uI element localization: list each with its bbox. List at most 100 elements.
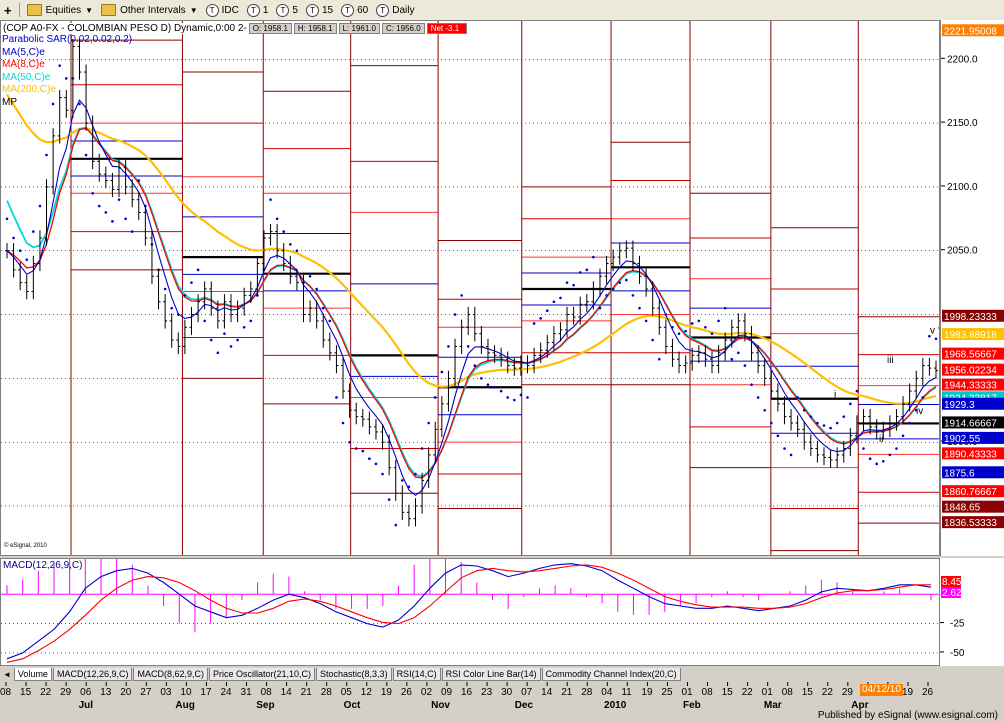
- study-tab[interactable]: MACD(8,62,9,C): [133, 667, 208, 681]
- sar-dot: [684, 329, 687, 333]
- time-tick-label: 23: [481, 687, 493, 698]
- time-tick-label: 28: [321, 687, 333, 698]
- sar-dot: [835, 421, 839, 425]
- macd-panel[interactable]: MACD(12,26,9,C): [0, 558, 940, 666]
- macd-axis[interactable]: -25 -50 8.457 2.62: [940, 558, 1004, 666]
- sar-dot: [802, 408, 806, 412]
- macd-axis-svg: -25 -50 8.4572.62: [940, 576, 967, 659]
- time-tick-label: 15: [722, 687, 734, 698]
- sar-dot: [585, 268, 589, 272]
- sar-dot: [328, 319, 332, 323]
- study-tab[interactable]: Price Oscillator(21,10,C): [209, 667, 316, 681]
- time-tick-label: 13: [100, 687, 112, 698]
- interval-60-button[interactable]: T 60: [337, 1, 372, 19]
- sar-dot: [809, 415, 813, 418]
- sar-dot: [657, 357, 661, 361]
- sar-dot: [381, 472, 384, 476]
- time-tick-label: 15: [802, 687, 814, 698]
- sar-dot: [401, 479, 404, 482]
- sar-dot: [196, 268, 200, 272]
- price-axis[interactable]: 2200.02150.02100.02050.01900.02221.95008…: [940, 20, 1004, 556]
- interval-15-button[interactable]: T 15: [302, 1, 337, 19]
- sar-dot: [453, 313, 457, 316]
- copyright-text: © eSignal, 2010: [4, 543, 47, 549]
- study-tab[interactable]: RSI Color Line Bar(14): [441, 667, 541, 681]
- interval-5-button[interactable]: T5: [272, 1, 302, 19]
- macd-axis-label: -25: [950, 619, 965, 630]
- toolbar: + Equities ▼ Other Intervals ▼ T IDC T1 T5 …: [0, 0, 1004, 21]
- legend-item: MA(200,C)e: [2, 84, 56, 95]
- wave-label: iv: [916, 406, 923, 417]
- price-marker-label: 1914.66667: [944, 418, 997, 429]
- sar-dot: [308, 274, 312, 278]
- sar-dot: [223, 332, 226, 335]
- sar-dot: [921, 396, 925, 399]
- price-marker-label: 1956.02234: [944, 366, 997, 377]
- study-tab[interactable]: RSI(14,C): [392, 667, 441, 681]
- sar-dot: [460, 294, 463, 297]
- legend-item: MP: [2, 96, 17, 108]
- sar-dot: [743, 364, 747, 367]
- sar-dot: [427, 421, 430, 425]
- sar-dot: [177, 313, 180, 316]
- time-tick-label: 24: [220, 687, 232, 698]
- study-tab[interactable]: Commodity Channel Index(20,C): [541, 667, 681, 681]
- study-tab[interactable]: Stochastic(8,3,3): [316, 667, 392, 681]
- month-label: Feb: [683, 700, 701, 710]
- price-chart-panel[interactable]: iiiiiiivv ? (COP A0-FX - COLOMBIAN PESO …: [0, 20, 940, 556]
- tab-scroll-left-icon[interactable]: ◄: [0, 670, 14, 679]
- price-marker-label: 1929.3: [944, 400, 975, 411]
- sar-dot: [117, 198, 121, 201]
- sar-dot: [704, 325, 707, 329]
- sar-dot: [335, 396, 338, 399]
- time-tick-label: 30: [501, 687, 513, 698]
- sar-dot: [862, 447, 865, 450]
- time-tick-label: 04: [601, 687, 613, 698]
- price-marker-label: 1860.76667: [944, 487, 997, 498]
- time-tick-label: 19: [381, 687, 393, 698]
- sar-dot: [183, 294, 187, 297]
- axis-tick-label: 2150.0: [947, 118, 978, 129]
- sar-dot: [130, 230, 134, 233]
- study-tab[interactable]: Volume: [13, 667, 52, 681]
- price-chart-svg[interactable]: iiiiiiivv ?: [1, 21, 940, 556]
- macd-marker-label: 8.457: [942, 577, 967, 588]
- sar-dot: [216, 351, 220, 355]
- sar-dot: [875, 462, 879, 466]
- parabolic-sar: [5, 64, 938, 527]
- sar-dot: [348, 440, 351, 444]
- time-tick-label: 26: [401, 687, 413, 698]
- time-tick-label: 22: [742, 687, 754, 698]
- sar-dot: [5, 217, 9, 221]
- equities-dropdown[interactable]: Equities ▼: [23, 1, 98, 19]
- pivot-levels: [70, 21, 939, 555]
- study-tab[interactable]: MACD(12,26,9,C): [52, 667, 133, 681]
- sar-dot: [269, 198, 272, 201]
- sar-dot: [506, 396, 510, 399]
- axis-tick-label: 2200.0: [947, 54, 978, 65]
- sar-dot: [769, 421, 773, 425]
- footer: Published by eSignal (www.esignal.com): [0, 710, 1004, 722]
- time-tick-label: 08: [0, 687, 12, 698]
- price-marker-label: 1836.53333: [944, 518, 997, 529]
- macd-line: [6, 563, 932, 660]
- sar-dot: [881, 459, 885, 463]
- month-label: Apr: [851, 700, 868, 710]
- chevron-down-icon: ▼: [85, 5, 94, 15]
- interval-1-button[interactable]: T1: [243, 1, 273, 19]
- daily-button[interactable]: T Daily: [372, 1, 418, 19]
- sar-dot: [822, 424, 826, 427]
- sar-dot: [651, 338, 654, 342]
- month-label: Oct: [344, 700, 361, 710]
- idc-label: IDC: [221, 4, 239, 16]
- idc-button[interactable]: T IDC: [202, 1, 243, 19]
- sar-dot: [433, 396, 437, 399]
- sar-dot: [855, 389, 859, 393]
- sar-dot: [737, 351, 740, 355]
- sar-dot: [229, 345, 233, 348]
- sar-dot: [559, 296, 562, 300]
- sar-dot: [750, 383, 753, 387]
- add-button[interactable]: +: [0, 1, 16, 19]
- month-label: Aug: [175, 700, 194, 710]
- other-intervals-dropdown[interactable]: Other Intervals ▼: [97, 1, 202, 19]
